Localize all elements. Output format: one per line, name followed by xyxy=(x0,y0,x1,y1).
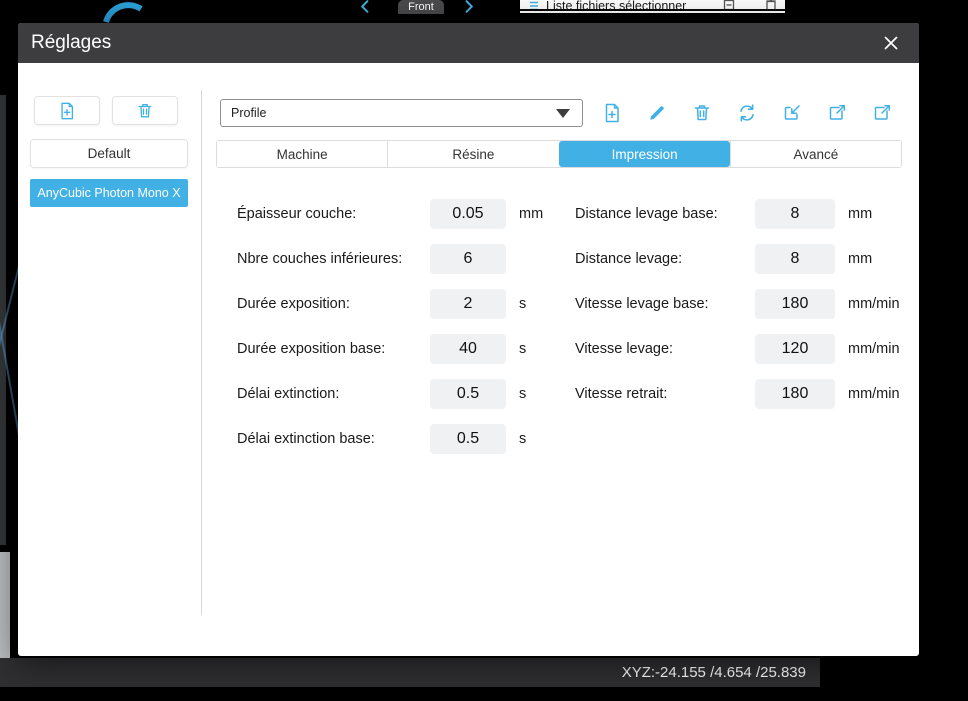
exposure-time-input[interactable] xyxy=(430,289,506,319)
view-next-icon[interactable] xyxy=(462,0,476,13)
lift-distance-unit: mm xyxy=(848,251,873,267)
export-icon xyxy=(829,104,846,120)
import-icon xyxy=(784,105,800,120)
background-toolbar-sliver xyxy=(0,552,10,658)
profile-toolbar xyxy=(597,98,897,128)
chevron-down-icon xyxy=(556,108,570,118)
view-front-label: Front xyxy=(408,1,434,13)
panel-divider xyxy=(201,90,202,615)
bottom-light-off-delay-input[interactable] xyxy=(430,424,506,454)
lift-speed-label: Vitesse levage: xyxy=(575,341,674,357)
lift-distance-input[interactable] xyxy=(755,244,835,274)
layer-thickness-unit: mm xyxy=(519,206,544,222)
panel-edge-line xyxy=(520,9,785,11)
profile-dropdown-value: Profile xyxy=(231,106,267,120)
tab-avance[interactable]: Avancé xyxy=(729,141,901,167)
share-icon xyxy=(874,104,891,120)
print-settings-right-column: Distance levage base: mm Distance levage… xyxy=(575,199,900,409)
bottom-lift-distance-unit: mm xyxy=(848,206,873,222)
settings-dialog: Réglages Default AnyCubic Photon Mono X … xyxy=(18,23,919,656)
add-profile-button[interactable] xyxy=(597,98,627,128)
close-icon xyxy=(884,36,898,50)
selected-printer-item[interactable]: AnyCubic Photon Mono X xyxy=(30,179,188,207)
bottom-lift-distance-label: Distance levage base: xyxy=(575,206,718,222)
xyz-coordinates: XYZ:-24.155 /4.654 /25.839 xyxy=(621,664,806,681)
lift-speed-unit: mm/min xyxy=(848,341,900,357)
retract-speed-label: Vitesse retrait: xyxy=(575,386,668,402)
printer-list-toolbar xyxy=(34,96,178,125)
bottom-layers-input[interactable] xyxy=(430,244,506,274)
bottom-exposure-time-label: Durée exposition base: xyxy=(237,341,386,357)
delete-printer-button[interactable] xyxy=(112,96,178,125)
layer-thickness-label: Épaisseur couche: xyxy=(237,206,357,222)
bottom-lift-speed-input[interactable] xyxy=(755,289,835,319)
dialog-titlebar: Réglages xyxy=(18,23,919,63)
default-printer-button[interactable]: Default xyxy=(30,139,188,168)
retract-speed-unit: mm/min xyxy=(848,386,900,402)
bottom-lift-distance-input[interactable] xyxy=(755,199,835,229)
form-row: Distance levage: mm xyxy=(575,244,900,274)
bottom-layers-label: Nbre couches inférieures: xyxy=(237,251,403,267)
bottom-lift-speed-label: Vitesse levage base: xyxy=(575,296,709,312)
refresh-icon xyxy=(740,104,754,122)
settings-tabs: Machine Résine Impression Avancé xyxy=(216,140,902,168)
delete-printer-icon xyxy=(138,103,152,118)
edit-icon xyxy=(650,106,664,120)
edit-profile-button[interactable] xyxy=(642,98,672,128)
bottom-exposure-time-input[interactable] xyxy=(430,334,506,364)
light-off-delay-label: Délai extinction: xyxy=(237,386,340,402)
app-logo-fragment xyxy=(103,2,143,23)
bottom-light-off-delay-unit: s xyxy=(519,431,527,447)
light-off-delay-unit: s xyxy=(519,386,527,402)
print-settings-left-column: Épaisseur couche: mm Nbre couches inféri… xyxy=(237,199,543,454)
form-row: Épaisseur couche: mm xyxy=(237,199,543,229)
form-row: Délai extinction: s xyxy=(237,379,543,409)
lift-speed-input[interactable] xyxy=(755,334,835,364)
tab-impression[interactable]: Impression xyxy=(558,141,730,167)
file-list-panel-sliver: Liste fichiers sélectionner xyxy=(520,0,785,13)
form-row: Délai extinction base: s xyxy=(237,424,543,454)
form-row: Vitesse retrait: mm/min xyxy=(575,379,900,409)
view-front-tab[interactable]: Front xyxy=(398,0,444,14)
share-profile-button[interactable] xyxy=(867,98,897,128)
form-row: Durée exposition base: s xyxy=(237,334,543,364)
dialog-title: Réglages xyxy=(31,32,112,53)
bottom-light-off-delay-label: Délai extinction base: xyxy=(237,431,375,447)
form-row: Vitesse levage base: mm/min xyxy=(575,289,900,319)
profile-dropdown[interactable]: Profile xyxy=(220,99,583,127)
file-list-header: Liste fichiers sélectionner xyxy=(546,0,687,13)
view-prev-icon[interactable] xyxy=(358,0,372,13)
import-profile-button[interactable] xyxy=(777,98,807,128)
tab-resine[interactable]: Résine xyxy=(387,141,559,167)
layer-thickness-input[interactable] xyxy=(430,199,506,229)
close-button[interactable] xyxy=(876,28,906,58)
bottom-lift-speed-unit: mm/min xyxy=(848,296,900,312)
lift-distance-label: Distance levage: xyxy=(575,251,683,267)
tab-machine[interactable]: Machine xyxy=(217,141,388,167)
add-profile-icon xyxy=(605,103,619,123)
refresh-profiles-button[interactable] xyxy=(732,98,762,128)
exposure-time-label: Durée exposition: xyxy=(237,296,350,312)
bottom-exposure-time-unit: s xyxy=(519,341,527,357)
add-printer-icon xyxy=(61,102,74,119)
exposure-time-unit: s xyxy=(519,296,527,312)
export-profile-button[interactable] xyxy=(822,98,852,128)
form-row: Nbre couches inférieures: xyxy=(237,244,543,274)
form-row: Distance levage base: mm xyxy=(575,199,900,229)
app-window: Front Liste fichiers sélectionner XYZ:-2… xyxy=(0,0,968,701)
form-row: Durée exposition: s xyxy=(237,289,543,319)
delete-profile-button[interactable] xyxy=(687,98,717,128)
add-printer-button[interactable] xyxy=(34,96,100,125)
status-bar: XYZ:-24.155 /4.654 /25.839 xyxy=(0,658,820,687)
light-off-delay-input[interactable] xyxy=(430,379,506,409)
delete-icon xyxy=(694,105,710,121)
form-row: Vitesse levage: mm/min xyxy=(575,334,900,364)
retract-speed-input[interactable] xyxy=(755,379,835,409)
